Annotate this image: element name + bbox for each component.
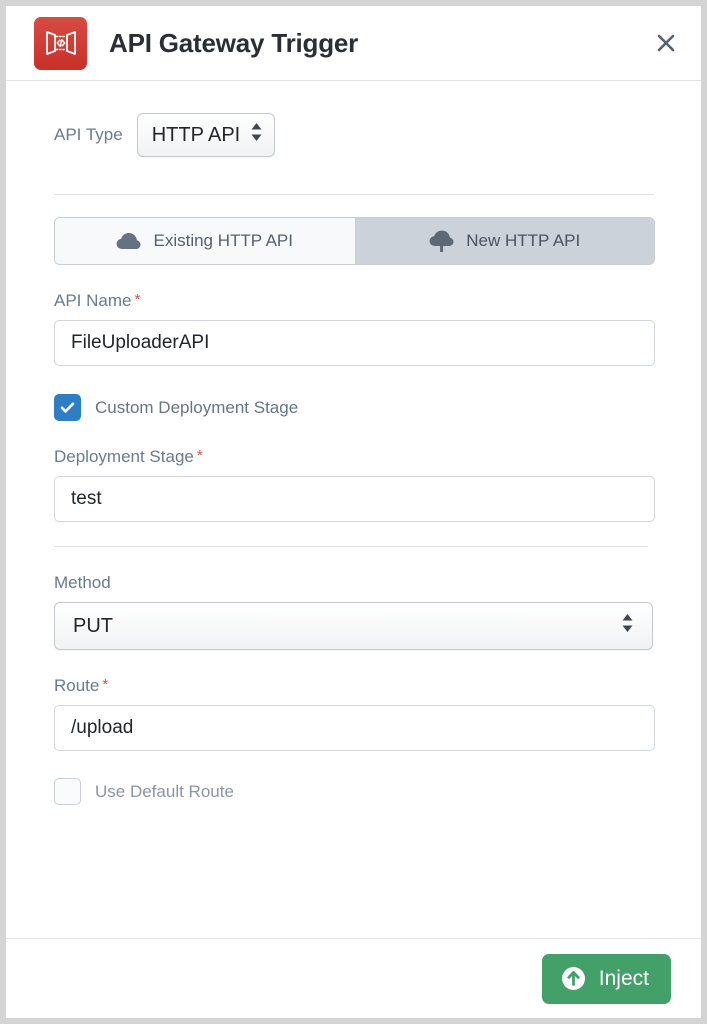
cloud-icon bbox=[116, 232, 141, 250]
tab-new-http-api-label: New HTTP API bbox=[466, 231, 581, 250]
method-value: PUT bbox=[73, 614, 113, 637]
chevron-updown-icon bbox=[621, 612, 634, 640]
checkmark-icon bbox=[60, 402, 75, 413]
dialog-footer: Inject bbox=[6, 938, 701, 1018]
api-gateway-icon bbox=[34, 16, 87, 70]
deployment-stage-input[interactable] bbox=[54, 476, 655, 522]
custom-deployment-stage-checkbox-row[interactable]: Custom Deployment Stage bbox=[54, 394, 653, 421]
required-marker: * bbox=[196, 447, 203, 464]
api-type-select[interactable]: HTTP API bbox=[136, 113, 276, 157]
cloud-upload-icon bbox=[429, 230, 454, 252]
chevron-updown-icon bbox=[250, 121, 263, 149]
required-marker: * bbox=[134, 291, 141, 308]
api-name-input[interactable] bbox=[54, 320, 655, 366]
api-type-value: HTTP API bbox=[151, 123, 241, 146]
dialog-body: API Type HTTP API Existing HTTP API New … bbox=[6, 81, 701, 938]
custom-deployment-stage-checkbox[interactable] bbox=[54, 394, 81, 421]
tab-existing-http-api[interactable]: Existing HTTP API bbox=[55, 218, 355, 264]
api-type-label: API Type bbox=[54, 125, 123, 144]
dialog-header: API Gateway Trigger bbox=[6, 6, 701, 81]
page-title: API Gateway Trigger bbox=[109, 27, 359, 58]
use-default-route-checkbox[interactable] bbox=[54, 778, 81, 805]
api-gateway-trigger-dialog: API Gateway Trigger API Type HTTP API Ex… bbox=[6, 6, 701, 1018]
tab-existing-http-api-label: Existing HTTP API bbox=[153, 231, 293, 250]
route-input[interactable] bbox=[54, 705, 655, 751]
route-label: Route * bbox=[54, 676, 653, 696]
required-marker: * bbox=[102, 676, 109, 693]
api-name-label: API Name * bbox=[54, 291, 653, 311]
method-label: Method bbox=[54, 573, 653, 593]
use-default-route-checkbox-row[interactable]: Use Default Route bbox=[54, 778, 653, 805]
tab-new-http-api[interactable]: New HTTP API bbox=[354, 218, 654, 264]
api-type-row: API Type HTTP API bbox=[54, 113, 653, 157]
close-icon[interactable] bbox=[651, 28, 681, 58]
route-label-text: Route bbox=[54, 676, 100, 695]
inject-button-label: Inject bbox=[598, 966, 649, 990]
api-source-tabs: Existing HTTP API New HTTP API bbox=[54, 217, 655, 265]
divider-method bbox=[54, 546, 648, 547]
api-name-label-text: API Name bbox=[54, 291, 132, 310]
deployment-stage-label: Deployment Stage * bbox=[54, 447, 653, 467]
deployment-stage-label-text: Deployment Stage bbox=[54, 447, 194, 466]
method-label-text: Method bbox=[54, 573, 111, 592]
inject-button[interactable]: Inject bbox=[541, 953, 671, 1004]
method-select[interactable]: PUT bbox=[54, 602, 653, 650]
use-default-route-label: Use Default Route bbox=[95, 781, 234, 801]
arrow-up-circle-icon bbox=[560, 965, 587, 992]
divider-top bbox=[54, 194, 654, 195]
custom-deployment-stage-label: Custom Deployment Stage bbox=[95, 397, 299, 417]
